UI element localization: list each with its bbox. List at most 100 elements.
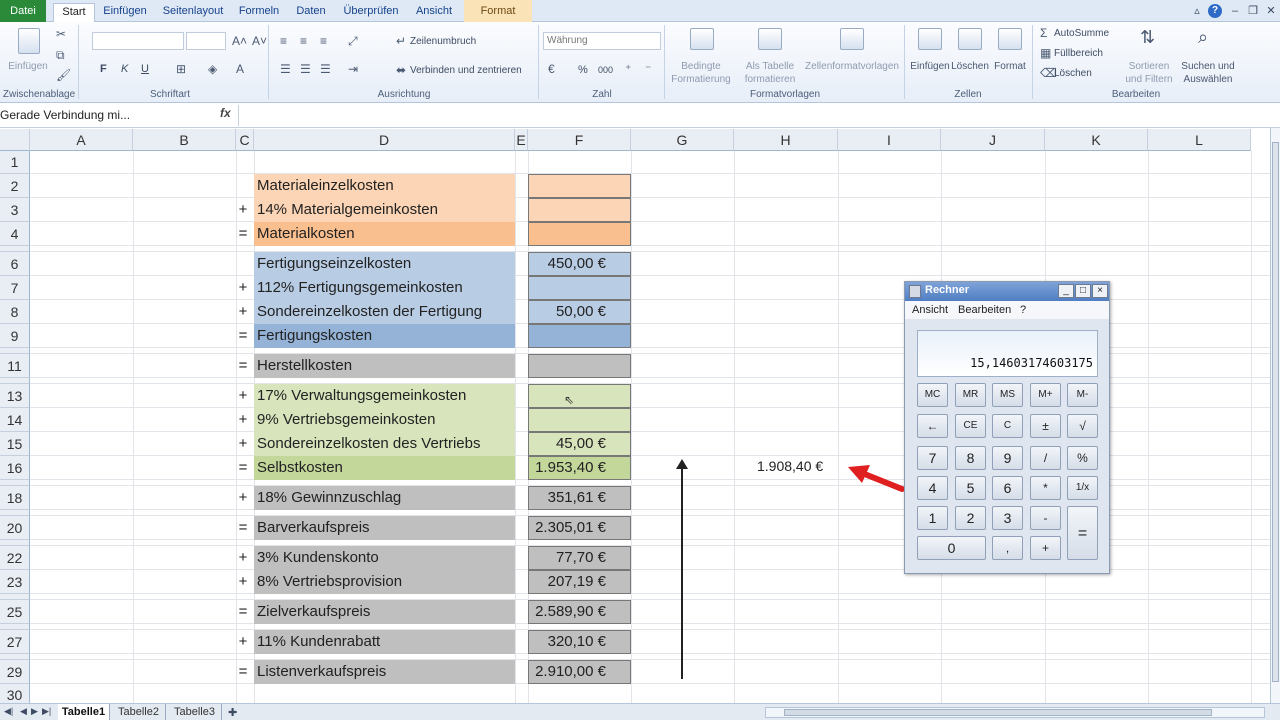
- minimize-icon[interactable]: –: [1228, 4, 1242, 18]
- label-cell[interactable]: Sondereinzelkosten der Fertigung: [254, 300, 515, 324]
- tab-view[interactable]: Ansicht: [410, 3, 458, 22]
- delete-cells-icon[interactable]: [958, 28, 982, 50]
- thousands-button[interactable]: 000: [598, 63, 613, 77]
- operator-cell[interactable]: +: [236, 546, 250, 570]
- calculator-key-5[interactable]: 5: [955, 476, 986, 500]
- label-cell[interactable]: Barverkaufspreis: [254, 516, 515, 540]
- row-header[interactable]: 20: [0, 516, 30, 540]
- orientation-icon[interactable]: ⤢: [348, 34, 358, 48]
- insert-function-icon[interactable]: fx: [220, 106, 231, 120]
- fill-color-icon[interactable]: ◈: [208, 62, 217, 76]
- row-header[interactable]: 29: [0, 660, 30, 684]
- label-cell[interactable]: 14% Materialgemeinkosten: [254, 198, 515, 222]
- row-header[interactable]: 9: [0, 324, 30, 348]
- value-cell[interactable]: [528, 276, 631, 300]
- calculator-maximize-button[interactable]: □: [1075, 284, 1091, 298]
- conditional-formatting-label-2[interactable]: Formatierung: [668, 73, 734, 86]
- align-middle-icon[interactable]: ≡: [300, 34, 307, 48]
- tab-start[interactable]: Start: [53, 3, 95, 22]
- row-header[interactable]: 22: [0, 546, 30, 570]
- calculator-key-sqrt[interactable]: √: [1067, 414, 1098, 438]
- row-header[interactable]: 14: [0, 408, 30, 432]
- value-cell[interactable]: [528, 384, 631, 408]
- restore-icon[interactable]: ❐: [1246, 4, 1260, 18]
- align-top-icon[interactable]: ≡: [280, 34, 287, 48]
- calculator-key-plus[interactable]: +: [1030, 536, 1061, 560]
- label-cell[interactable]: 112% Fertigungsgemeinkosten: [254, 276, 515, 300]
- close-icon[interactable]: ✕: [1264, 4, 1278, 18]
- value-cell[interactable]: [528, 222, 631, 246]
- value-cell[interactable]: [528, 354, 631, 378]
- font-color-icon[interactable]: A: [236, 62, 244, 76]
- column-header[interactable]: K: [1045, 129, 1148, 151]
- conditional-formatting-icon[interactable]: [690, 28, 714, 50]
- side-note-value[interactable]: 1.908,40 €: [757, 458, 823, 474]
- sheet-tab-tabelle3[interactable]: Tabelle3: [168, 704, 222, 720]
- label-cell[interactable]: Listenverkaufspreis: [254, 660, 515, 684]
- label-cell[interactable]: Materialkosten: [254, 222, 515, 246]
- column-header[interactable]: I: [838, 129, 941, 151]
- autosum-icon[interactable]: Σ: [1040, 26, 1047, 40]
- calculator-key-3[interactable]: 3: [992, 506, 1023, 530]
- decrease-decimal-icon[interactable]: ⁻: [645, 62, 651, 76]
- calculator-key-divide[interactable]: /: [1030, 446, 1061, 470]
- column-header[interactable]: C: [236, 129, 254, 151]
- currency-icon[interactable]: €: [548, 62, 555, 76]
- row-header[interactable]: 25: [0, 600, 30, 624]
- column-header[interactable]: F: [528, 129, 631, 151]
- value-cell[interactable]: 450,00 €: [528, 252, 631, 276]
- align-left-icon[interactable]: ☰: [280, 62, 291, 76]
- tab-formulas[interactable]: Formeln: [235, 3, 283, 22]
- row-header[interactable]: 2: [0, 174, 30, 198]
- format-cells-button[interactable]: Format: [990, 60, 1030, 73]
- row-header[interactable]: 30: [0, 684, 30, 703]
- sort-filter-label-2[interactable]: und Filtern: [1118, 73, 1180, 86]
- next-sheet-icon[interactable]: ▶: [31, 706, 38, 717]
- label-cell[interactable]: Materialeinzelkosten: [254, 174, 515, 198]
- insert-cells-icon[interactable]: [918, 28, 942, 50]
- formula-input[interactable]: [238, 105, 1268, 126]
- calculator-key-multiply[interactable]: *: [1030, 476, 1061, 500]
- operator-cell[interactable]: =: [236, 660, 250, 684]
- label-cell[interactable]: Selbstkosten: [254, 456, 515, 480]
- calculator-key-2[interactable]: 2: [955, 506, 986, 530]
- operator-cell[interactable]: +: [236, 408, 250, 432]
- value-cell[interactable]: [528, 174, 631, 198]
- operator-cell[interactable]: +: [236, 630, 250, 654]
- merge-center-button[interactable]: Verbinden und zentrieren: [410, 64, 522, 78]
- label-cell[interactable]: 17% Verwaltungsgemeinkosten: [254, 384, 515, 408]
- value-cell[interactable]: 351,61 €: [528, 486, 631, 510]
- format-as-table-icon[interactable]: [758, 28, 782, 50]
- calculator-menu-edit[interactable]: Bearbeiten: [958, 304, 1011, 316]
- tab-file[interactable]: Datei: [0, 0, 46, 22]
- column-header[interactable]: A: [30, 129, 133, 151]
- value-cell[interactable]: 50,00 €: [528, 300, 631, 324]
- calculator-minimize-button[interactable]: _: [1058, 284, 1074, 298]
- operator-cell[interactable]: +: [236, 384, 250, 408]
- row-header[interactable]: 27: [0, 630, 30, 654]
- value-cell[interactable]: [528, 408, 631, 432]
- underline-button[interactable]: U: [141, 62, 149, 76]
- increase-decimal-icon[interactable]: ⁺: [625, 62, 631, 76]
- insert-sheet-icon[interactable]: ✚: [228, 706, 237, 719]
- row-header[interactable]: 13: [0, 384, 30, 408]
- column-header[interactable]: H: [734, 129, 838, 151]
- calculator-key-4[interactable]: 4: [917, 476, 948, 500]
- operator-cell[interactable]: =: [236, 516, 250, 540]
- calculator-key-decimal[interactable]: ,: [992, 536, 1023, 560]
- format-painter-icon[interactable]: 🖌: [56, 68, 71, 82]
- select-all-corner[interactable]: [0, 129, 30, 151]
- calculator-key-percent[interactable]: %: [1067, 446, 1098, 470]
- value-cell[interactable]: 2.589,90 €: [528, 600, 631, 624]
- column-header[interactable]: J: [941, 129, 1045, 151]
- wrap-text-icon[interactable]: ↵: [396, 34, 406, 48]
- value-cell[interactable]: 45,00 €: [528, 432, 631, 456]
- label-cell[interactable]: 11% Kundenrabatt: [254, 630, 515, 654]
- insert-cells-button[interactable]: Einfügen: [906, 60, 954, 73]
- operator-cell[interactable]: +: [236, 486, 250, 510]
- align-bottom-icon[interactable]: ≡: [320, 34, 327, 48]
- horizontal-scroll-thumb[interactable]: [784, 709, 1212, 716]
- operator-cell[interactable]: =: [236, 324, 250, 348]
- operator-cell[interactable]: =: [236, 222, 250, 246]
- row-header[interactable]: 18: [0, 486, 30, 510]
